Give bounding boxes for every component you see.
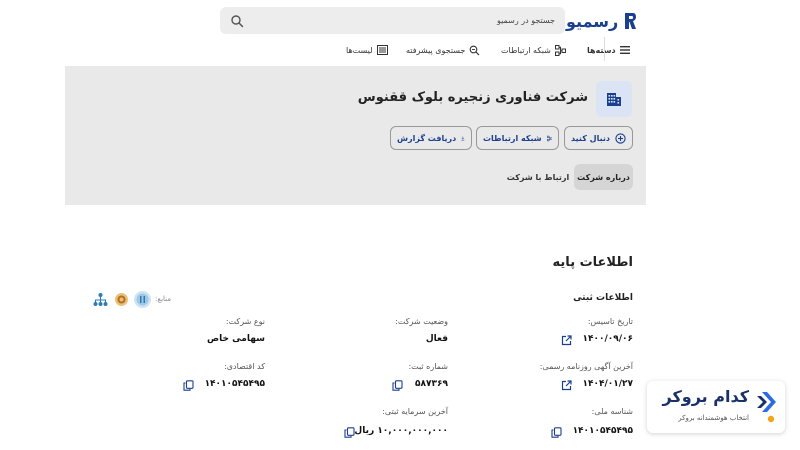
external-link-icon[interactable] xyxy=(561,380,572,391)
field-label-last-notice: آخرین آگهی روزنامه رسمی: xyxy=(539,362,633,371)
copy-icon[interactable] xyxy=(551,427,562,438)
subsection-title-registration: اطلاعات ثبتی xyxy=(573,293,633,303)
field-value-establish-date: ۱۴۰۰/۰۹/۰۶ xyxy=(582,334,633,344)
search-icon[interactable] xyxy=(230,14,244,28)
download-report-button[interactable]: دریافت گزارش xyxy=(390,126,472,150)
copy-icon[interactable] xyxy=(392,380,403,391)
sources-label: منابع: xyxy=(155,295,172,303)
plus-circle-icon xyxy=(615,132,626,144)
broker-tagline: انتخاب هوشمندانه بروکر xyxy=(678,414,749,422)
nav-lists-label: لیست‌ها xyxy=(346,45,373,55)
field-value-national-id: ۱۴۰۱۰۵۴۵۴۹۵ xyxy=(572,426,633,436)
field-label-establish-date: تاریخ تاسیس: xyxy=(587,317,633,326)
field-value-status: فعال xyxy=(425,334,448,344)
tab-contact-company[interactable]: ارتباط با شرکت xyxy=(505,164,571,190)
building-icon xyxy=(607,93,621,106)
nav-categories[interactable]: دسته‌ها xyxy=(587,40,630,60)
nav-network-label: شبکه ارتباطات xyxy=(501,45,551,55)
broker-logo-icon xyxy=(757,392,776,423)
nav-network[interactable]: شبکه ارتباطات xyxy=(501,40,566,60)
rasmio-logo[interactable]: رسمیو xyxy=(566,9,637,33)
field-value-last-notice: ۱۴۰۴/۰۱/۲۷ xyxy=(582,379,633,389)
field-label-status: وضعیت شرکت: xyxy=(395,317,448,326)
list-icon xyxy=(376,45,388,55)
field-label-national-id: شناسه ملی: xyxy=(591,407,633,416)
field-value-capital: ۱۰,۰۰۰,۰۰۰,۰۰۰ ریال xyxy=(354,426,448,436)
download-icon xyxy=(461,136,465,140)
nav-categories-label: دسته‌ها xyxy=(587,45,616,55)
advanced-search-icon xyxy=(469,45,480,55)
nav-divider xyxy=(604,37,605,61)
field-label-company-type: نوع شرکت: xyxy=(225,317,265,326)
broker-name: کدام بروکر xyxy=(662,387,750,406)
network-icon xyxy=(554,44,566,56)
download-report-label: دریافت گزارش xyxy=(397,133,457,143)
field-label-economic-code: کد اقتصادی: xyxy=(224,362,265,371)
field-value-company-type: سهامی خاص xyxy=(207,334,265,344)
logo-text: رسمیو xyxy=(566,11,619,31)
rasmio-logo-icon xyxy=(625,13,637,29)
external-link-icon[interactable] xyxy=(561,335,572,346)
nav-lists[interactable]: لیست‌ها xyxy=(346,40,388,60)
follow-button-label: دنبال کنید xyxy=(571,133,610,143)
broker-ad-widget[interactable]: کدام بروکر انتخاب هوشمندانه بروکر xyxy=(647,381,785,433)
menu-icon xyxy=(619,46,630,54)
search-input[interactable] xyxy=(244,16,555,25)
sources: منابع: xyxy=(92,289,171,309)
field-value-registration-number: ۵۸۷۳۶۹ xyxy=(415,379,448,389)
field-label-registration-number: شماره ثبت: xyxy=(408,362,448,371)
search-bar[interactable] xyxy=(220,7,565,34)
tax-organization-source-icon[interactable] xyxy=(113,291,130,308)
nav-advanced-search[interactable]: جستجوی پیشرفته xyxy=(406,40,480,60)
follow-button[interactable]: دنبال کنید xyxy=(564,126,633,150)
nav-advanced-search-label: جستجوی پیشرفته xyxy=(406,45,466,55)
section-title-basic-info: اطلاعات پایه xyxy=(552,255,633,270)
official-gazette-source-icon[interactable] xyxy=(134,290,151,308)
field-value-economic-code: ۱۴۰۱۰۵۴۵۴۹۵ xyxy=(204,379,265,389)
network-icon xyxy=(546,135,552,141)
tab-about-company[interactable]: درباره شرکت xyxy=(574,164,633,190)
network-button-label: شبکه ارتباطات xyxy=(483,133,542,143)
company-title: شرکت فناوری زنجیره بلوک ققنوس xyxy=(357,90,588,105)
copy-icon[interactable] xyxy=(344,427,355,438)
copy-icon[interactable] xyxy=(183,380,194,391)
network-button[interactable]: شبکه ارتباطات xyxy=(476,126,559,150)
company-avatar xyxy=(596,81,632,117)
field-label-capital: آخرین سرمایه ثبتی: xyxy=(382,407,448,416)
registry-source-icon[interactable] xyxy=(92,291,109,308)
